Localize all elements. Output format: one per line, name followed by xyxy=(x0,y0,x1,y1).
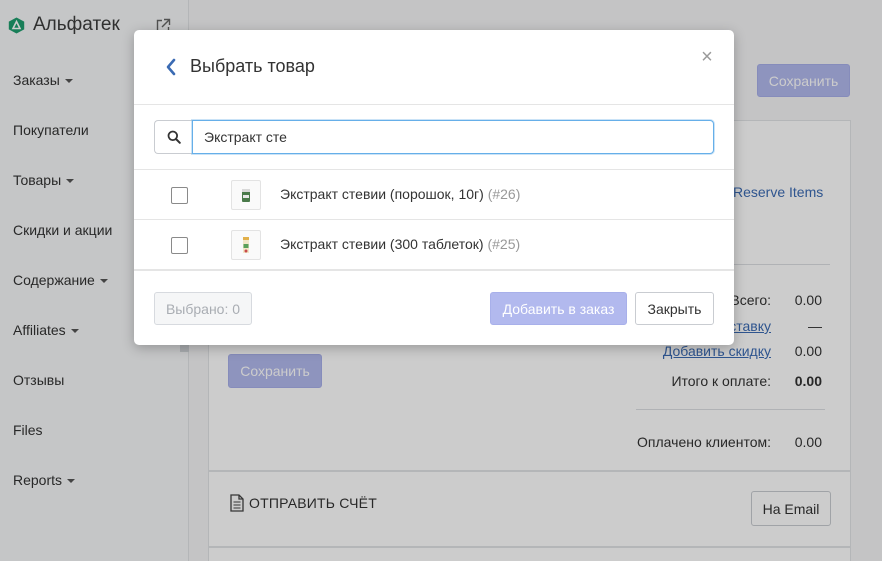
product-checkbox[interactable] xyxy=(171,237,188,254)
product-name: Экстракт стевии (порошок, 10г) (#26) xyxy=(280,186,520,202)
product-checkbox[interactable] xyxy=(171,187,188,204)
selected-count-button[interactable]: Выбрано: 0 xyxy=(154,292,252,325)
chevron-left-icon[interactable] xyxy=(165,58,177,76)
product-name-text: Экстракт стевии (порошок, 10г) xyxy=(280,186,484,202)
close-button[interactable]: Закрыть xyxy=(635,292,714,325)
search-input[interactable] xyxy=(192,120,714,154)
product-name: Экстракт стевии (300 таблеток) (#25) xyxy=(280,236,520,252)
product-search xyxy=(154,120,714,154)
product-row[interactable]: Экстракт стевии (порошок, 10г) (#26) xyxy=(134,170,734,220)
select-product-modal: Выбрать товар × Экстракт стевии (порошок… xyxy=(134,30,734,345)
product-row[interactable]: Экстракт стевии (300 таблеток) (#25) xyxy=(134,220,734,270)
product-name-text: Экстракт стевии (300 таблеток) xyxy=(280,236,484,252)
product-thumbnail-tablet-bottle xyxy=(231,230,261,260)
product-id: (#25) xyxy=(487,236,521,252)
product-id: (#26) xyxy=(487,186,521,202)
search-icon xyxy=(154,120,192,154)
close-icon[interactable]: × xyxy=(700,47,714,67)
product-thumbnail-green-jar xyxy=(231,180,261,210)
modal-header: Выбрать товар × xyxy=(134,30,734,105)
modal-footer: Выбрано: 0 Добавить в заказ Закрыть xyxy=(134,270,734,345)
add-to-order-button[interactable]: Добавить в заказ xyxy=(490,292,627,325)
modal-title: Выбрать товар xyxy=(190,56,315,76)
